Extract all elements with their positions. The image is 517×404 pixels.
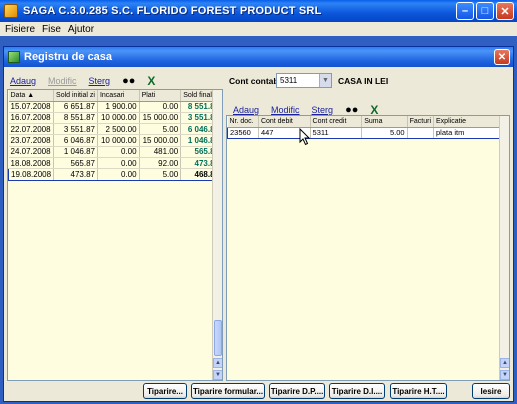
cell-date: 15.07.2008 (8, 101, 55, 113)
mdi-workspace: Registru de casa ✕ Adaug Modific Sterg ●… (0, 36, 517, 404)
menu-fise[interactable]: Fise (42, 24, 61, 35)
cell-suma: 5.00 (361, 126, 408, 139)
modify-button[interactable]: Modific (48, 76, 77, 86)
cell-incasari: 10 000.00 (97, 134, 140, 147)
cell-plati: 92.00 (139, 157, 182, 170)
app-icon (4, 4, 18, 18)
left-vertical-scrollbar[interactable]: ▲ ▼ (212, 90, 222, 380)
delete-doc-button[interactable]: Sterg (312, 105, 334, 115)
exit-button[interactable]: Iesire (472, 383, 510, 399)
cell-plati: 15 000.00 (139, 134, 182, 147)
cont-contabil-value: 5311 (280, 76, 298, 85)
cell-incasari: 0.00 (97, 146, 140, 158)
col-plati[interactable]: Plati (139, 90, 182, 102)
print-button[interactable]: Tiparire... (143, 383, 187, 399)
cell-incasari: 0.00 (97, 168, 140, 181)
close-window-icon[interactable]: ✕ (494, 49, 510, 65)
add-doc-button[interactable]: Adaug (233, 105, 259, 115)
cell-date: 16.07.2008 (8, 112, 55, 125)
cell-sold-initial: 6 046.87 (53, 134, 98, 147)
cell-date: 18.08.2008 (8, 157, 55, 170)
col-facturi[interactable]: Facturi (407, 116, 435, 128)
registru-title-bar: Registru de casa ✕ (4, 47, 513, 67)
window-title: Registru de casa (24, 51, 113, 63)
cell-facturi (407, 126, 435, 139)
table-row-selected[interactable]: 19.08.2008 473.87 0.00 5.00 468.87 (8, 168, 222, 181)
menu-ajutor[interactable]: Ajutor (68, 24, 94, 35)
cell-date: 23.07.2008 (8, 134, 55, 147)
col-explicatie[interactable]: Explicatie (433, 116, 509, 128)
col-cont-debit[interactable]: Cont debit (258, 116, 311, 128)
table-row[interactable]: 23.07.2008 6 046.87 10 000.00 15 000.00 … (8, 134, 222, 147)
table-header: Nr. doc. Cont debit Cont credit Suma Fac… (227, 116, 509, 128)
cell-sold-initial: 6 651.87 (53, 101, 98, 113)
cell-nr-doc: 23560 (227, 126, 259, 139)
cell-incasari: 10 000.00 (97, 112, 140, 125)
cont-contabil-select[interactable]: 5311 ▼ (276, 73, 332, 88)
documents-table: Nr. doc. Cont debit Cont credit Suma Fac… (226, 115, 510, 381)
left-toolbar: Adaug Modific Sterg ●● X (10, 74, 155, 88)
minimize-icon[interactable]: – (456, 2, 474, 20)
close-icon[interactable]: ✕ (496, 2, 514, 20)
cell-explicatie: plata itm (433, 126, 509, 139)
registru-window: Registru de casa ✕ Adaug Modific Sterg ●… (3, 46, 514, 402)
cell-cont-credit: 5311 (310, 126, 363, 139)
table-row[interactable]: 16.07.2008 8 551.87 10 000.00 15 000.00 … (8, 112, 222, 125)
cell-plati: 5.00 (139, 168, 182, 181)
cell-plati: 5.00 (139, 123, 182, 136)
cell-plati: 15 000.00 (139, 112, 182, 125)
cell-sold-initial: 3 551.87 (53, 123, 98, 136)
cell-incasari: 0.00 (97, 157, 140, 170)
days-table: Data ▲ Sold initial zi Incasari Plati So… (7, 89, 223, 381)
table-row[interactable]: 18.08.2008 565.87 0.00 92.00 473.87 (8, 157, 222, 170)
window-icon (8, 51, 20, 63)
scroll-up-icon[interactable]: ▲ (213, 358, 222, 368)
maximize-icon[interactable]: □ (476, 2, 494, 20)
app-title-bar: SAGA C.3.0.285 S.C. FLORIDO FOREST PRODU… (0, 0, 517, 22)
app-title: SAGA C.3.0.285 S.C. FLORIDO FOREST PRODU… (23, 5, 322, 17)
print-dp-button[interactable]: Tiparire D.P.... (269, 383, 325, 399)
col-nr-doc[interactable]: Nr. doc. (227, 116, 259, 128)
col-suma[interactable]: Suma (361, 116, 408, 128)
cell-sold-initial: 8 551.87 (53, 112, 98, 125)
menu-bar: Fisiere Fise Ajutor (0, 22, 517, 36)
menu-fisiere[interactable]: Fisiere (5, 24, 35, 35)
add-button[interactable]: Adaug (10, 76, 36, 86)
table-row[interactable]: 24.07.2008 1 046.87 0.00 481.00 565.87 (8, 146, 222, 158)
col-data[interactable]: Data ▲ (8, 90, 55, 102)
cell-sold-initial: 565.87 (53, 157, 98, 170)
cell-sold-initial: 1 046.87 (53, 146, 98, 158)
cont-name-label: CASA IN LEI (338, 76, 389, 86)
print-di-button[interactable]: Tiparire D.I.... (329, 383, 385, 399)
col-sold-initial[interactable]: Sold initial zi (53, 90, 98, 102)
chevron-down-icon[interactable]: ▼ (319, 74, 331, 87)
cell-date: 24.07.2008 (8, 146, 55, 158)
cell-incasari: 2 500.00 (97, 123, 140, 136)
table-row[interactable]: 15.07.2008 6 651.87 1 900.00 0.00 8 551.… (8, 101, 222, 113)
print-ht-button[interactable]: Tiparire H.T.... (390, 383, 447, 399)
scroll-down-icon[interactable]: ▼ (500, 370, 509, 380)
cell-plati: 0.00 (139, 101, 182, 113)
modify-doc-button[interactable]: Modific (271, 105, 300, 115)
scroll-up-icon[interactable]: ▲ (500, 358, 509, 368)
mouse-cursor-icon (299, 128, 311, 146)
cell-plati: 481.00 (139, 146, 182, 158)
binoculars-icon[interactable]: ●● (122, 75, 135, 87)
cell-date: 19.08.2008 (8, 168, 55, 181)
scrollbar-thumb[interactable] (214, 320, 222, 356)
scroll-down-icon[interactable]: ▼ (213, 370, 222, 380)
right-vertical-scrollbar[interactable]: ▲ ▼ (499, 116, 509, 380)
delete-button[interactable]: Sterg (89, 76, 111, 86)
table-row[interactable]: 22.07.2008 3 551.87 2 500.00 5.00 6 046.… (8, 123, 222, 136)
col-incasari[interactable]: Incasari (97, 90, 140, 102)
cell-date: 22.07.2008 (8, 123, 55, 136)
table-row-selected[interactable]: 23560 447 5311 5.00 plata itm (227, 126, 509, 139)
cell-sold-initial: 473.87 (53, 168, 98, 181)
table-header: Data ▲ Sold initial zi Incasari Plati So… (8, 90, 222, 102)
col-cont-credit[interactable]: Cont credit (310, 116, 363, 128)
cell-incasari: 1 900.00 (97, 101, 140, 113)
print-form-button[interactable]: Tiparire formular... (191, 383, 265, 399)
excel-icon[interactable]: X (147, 74, 155, 88)
